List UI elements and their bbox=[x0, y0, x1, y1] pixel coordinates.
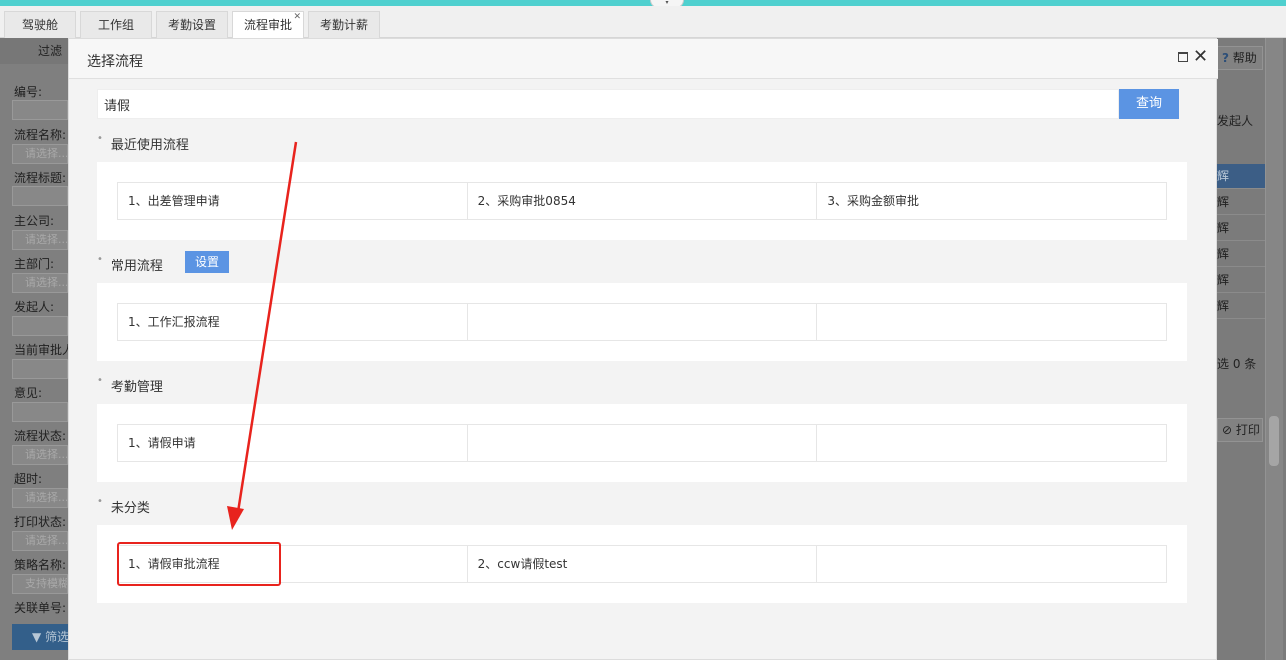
filter-input-opinion[interactable] bbox=[12, 402, 68, 422]
section-title-recent: • 最近使用流程 bbox=[97, 133, 189, 154]
filter-label: 超时: bbox=[14, 472, 43, 486]
bullet-icon: • bbox=[97, 496, 103, 507]
process-grid: 1、工作汇报流程 bbox=[117, 303, 1167, 341]
process-item-empty bbox=[817, 546, 1166, 582]
filter-select-process-status[interactable]: 请选择... bbox=[12, 445, 68, 465]
filter-label: 关联单号: bbox=[14, 601, 67, 615]
process-item[interactable]: 1、出差管理申请 bbox=[118, 183, 468, 219]
process-item[interactable]: 1、工作汇报流程 bbox=[118, 304, 468, 340]
filter-select-print-status[interactable]: 请选择... bbox=[12, 531, 68, 551]
filter-label: 发起人: bbox=[14, 300, 55, 314]
tab-label: 考勤设置 bbox=[167, 18, 216, 32]
close-icon[interactable]: ✕ bbox=[1193, 46, 1208, 68]
filter-input-current-approver[interactable] bbox=[12, 359, 68, 379]
tab-attendance-payroll[interactable]: 考勤计薪 bbox=[308, 11, 380, 38]
bullet-icon: • bbox=[97, 254, 103, 265]
tab-label: 流程审批 bbox=[243, 18, 292, 32]
filter-label: 流程状态: bbox=[14, 429, 67, 443]
annotation-highlight-box bbox=[117, 542, 281, 586]
section-recent: 1、出差管理申请 2、采购审批0854 3、采购金额审批 bbox=[97, 162, 1187, 240]
section-title-text: 最近使用流程 bbox=[110, 138, 189, 153]
filter-label: 意见: bbox=[14, 386, 43, 400]
filter-select-department[interactable]: 请选择... bbox=[12, 273, 68, 293]
section-common: 1、工作汇报流程 bbox=[97, 283, 1187, 361]
help-label: 帮助 bbox=[1232, 51, 1257, 65]
tab-close-icon[interactable]: ✕ bbox=[293, 4, 301, 31]
tab-attendance-settings[interactable]: 考勤设置 bbox=[156, 11, 228, 38]
print-button[interactable]: ⊘ 打印 bbox=[1217, 418, 1263, 442]
tab-process-approval[interactable]: 流程审批 ✕ bbox=[232, 11, 304, 39]
section-title-text: 常用流程 bbox=[110, 259, 163, 274]
filter-label: 流程标题: bbox=[14, 171, 67, 185]
tab-label: 工作组 bbox=[97, 18, 134, 32]
page-scrollbar[interactable] bbox=[1265, 38, 1283, 660]
filter-label: 流程名称: bbox=[14, 128, 67, 142]
tab-label: 驾驶舱 bbox=[21, 18, 58, 32]
print-icon: ⊘ bbox=[1222, 423, 1233, 437]
filter-input-process-title[interactable] bbox=[12, 186, 68, 206]
selected-count: 选 0 条 bbox=[1217, 357, 1257, 371]
filter-button-label: 筛选 bbox=[45, 630, 68, 644]
filter-label: 策略名称: bbox=[14, 558, 67, 572]
process-item[interactable]: 2、ccw请假test bbox=[468, 546, 818, 582]
search-button[interactable]: 查询 bbox=[1119, 89, 1179, 119]
filter-input-initiator[interactable] bbox=[12, 316, 68, 336]
section-title-uncategorized: • 未分类 bbox=[97, 496, 150, 517]
process-item[interactable]: 3、采购金额审批 bbox=[817, 183, 1166, 219]
filter-label: 主公司: bbox=[14, 214, 55, 228]
help-icon: ? bbox=[1222, 51, 1229, 65]
section-title-text: 未分类 bbox=[110, 501, 150, 516]
process-item-empty bbox=[468, 304, 818, 340]
print-label: 打印 bbox=[1235, 423, 1260, 437]
settings-button[interactable]: 设置 bbox=[185, 251, 229, 273]
section-title-text: 考勤管理 bbox=[110, 380, 163, 395]
tab-workgroup[interactable]: 工作组 bbox=[80, 11, 152, 38]
scrollbar-thumb[interactable] bbox=[1269, 416, 1279, 466]
process-item[interactable]: 2、采购审批0854 bbox=[468, 183, 818, 219]
filter-select-timeout[interactable]: 请选择... bbox=[12, 488, 68, 508]
dialog-header: 选择流程 ✕ bbox=[69, 39, 1218, 79]
filter-panel: 过滤 编号: 流程名称: 请选择... 流程标题: 主公司: 请选择... 主部… bbox=[0, 38, 78, 660]
tab-bar: 驾驶舱 工作组 考勤设置 流程审批 ✕ 考勤计薪 bbox=[0, 6, 1286, 39]
help-button[interactable]: ? 帮助 bbox=[1217, 46, 1263, 70]
filter-select-company[interactable]: 请选择... bbox=[12, 230, 68, 250]
filter-header: 过滤 bbox=[0, 38, 68, 64]
section-title-attendance: • 考勤管理 bbox=[97, 375, 163, 396]
process-item-empty bbox=[468, 425, 818, 461]
section-attendance: 1、请假申请 bbox=[97, 404, 1187, 482]
filter-label: 编号: bbox=[14, 85, 43, 99]
process-item[interactable]: 1、请假申请 bbox=[118, 425, 468, 461]
bullet-icon: • bbox=[97, 375, 103, 386]
filter-select-process-name[interactable]: 请选择... bbox=[12, 144, 68, 164]
tab-cockpit[interactable]: 驾驶舱 bbox=[4, 11, 76, 38]
process-search-input[interactable] bbox=[97, 89, 1119, 119]
section-title-common: • 常用流程 bbox=[97, 254, 163, 275]
process-item-empty bbox=[817, 304, 1166, 340]
filter-input-strategy-name[interactable]: 支持模糊 bbox=[12, 574, 68, 594]
column-header-initiator: 发起人 bbox=[1217, 114, 1254, 128]
filter-label: 打印状态: bbox=[14, 515, 67, 529]
process-grid: 1、请假申请 bbox=[117, 424, 1167, 462]
filter-button[interactable]: ▼ 筛选 bbox=[12, 624, 68, 650]
filter-input-number[interactable] bbox=[12, 100, 68, 120]
process-item-empty bbox=[817, 425, 1166, 461]
filter-icon: ▼ bbox=[32, 630, 42, 644]
filter-label: 主部门: bbox=[14, 257, 55, 271]
dialog-title: 选择流程 bbox=[87, 54, 143, 70]
process-grid: 1、出差管理申请 2、采购审批0854 3、采购金额审批 bbox=[117, 182, 1167, 220]
tab-label: 考勤计薪 bbox=[319, 18, 368, 32]
maximize-icon[interactable] bbox=[1178, 52, 1188, 62]
bullet-icon: • bbox=[97, 133, 103, 144]
